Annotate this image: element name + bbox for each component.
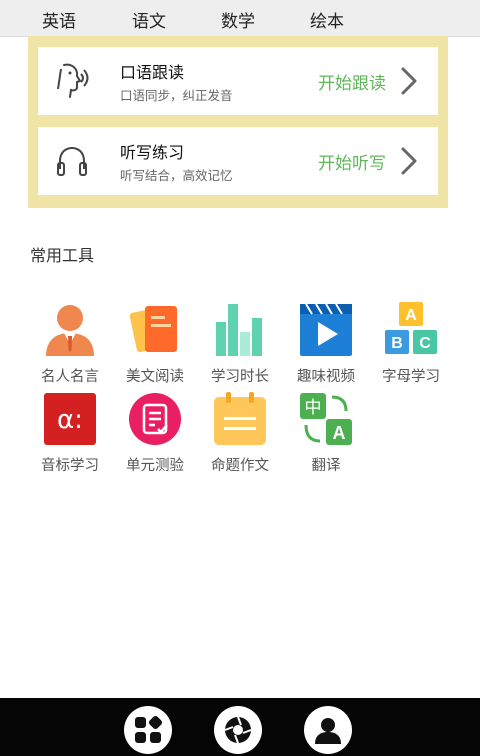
svg-text:C: C [419,335,431,352]
section-title: 常用工具 [30,246,95,265]
svg-text:中: 中 [305,398,322,418]
tab-chinese[interactable]: 语文 [132,7,166,32]
tool-label: 学习时长 [211,369,269,385]
top-tab-bar: 英语 语文 数学 绘本 [0,0,480,37]
translate-icon: 中 A [300,393,352,445]
card-title: 口语跟读 [120,63,185,82]
apps-icon [135,715,163,743]
tool-unit-quiz[interactable]: 单元测验 [113,391,197,481]
card-subtitle: 听写结合，高效记忆 [120,168,233,183]
card-subtitle: 口语同步，纠正发音 [120,88,233,103]
bottom-nav-bar [0,698,480,756]
tool-label: 美文阅读 [126,369,184,385]
headphones-icon [57,146,87,176]
video-icon [300,303,352,356]
tool-reading[interactable]: 美文阅读 [113,302,197,392]
svg-text:B: B [391,335,403,352]
tool-translate[interactable]: 中 A 翻译 [284,391,368,481]
person-icon [46,305,94,356]
chevron-right-icon [401,67,417,95]
phonetic-icon: α: [44,393,96,445]
card-dictation[interactable]: 听写练习 听写结合，高效记忆 开始听写 [38,127,438,195]
abc-blocks-icon: A B C [385,302,437,354]
svg-text:α:: α: [57,405,83,435]
tool-label: 音标学习 [41,458,99,474]
nav-profile-button[interactable] [304,706,352,754]
tool-study-time[interactable]: 学习时长 [198,302,282,392]
tool-label: 命题作文 [211,458,269,474]
nav-apps-button[interactable] [124,706,172,754]
profile-icon [315,718,341,744]
tool-videos[interactable]: 趣味视频 [284,302,368,392]
quiz-icon [129,393,181,445]
practice-panel: 口语跟读 口语同步，纠正发音 开始跟读 听写练习 听写结合，高效记忆 开始听写 [28,36,448,208]
card-speaking[interactable]: 口语跟读 口语同步，纠正发音 开始跟读 [38,47,438,115]
start-dictation-button[interactable]: 开始听写 [318,149,386,174]
tab-math[interactable]: 数学 [221,7,255,32]
tool-label: 单元测验 [126,458,184,474]
tool-quotes[interactable]: 名人名言 [28,302,112,392]
tool-label: 翻译 [311,458,341,474]
tool-alphabet[interactable]: A B C 字母学习 [369,302,453,392]
nav-explore-button[interactable] [214,706,262,754]
svg-text:A: A [405,307,417,324]
start-reading-button[interactable]: 开始跟读 [318,69,386,94]
svg-text:A: A [333,423,346,443]
explore-icon [224,716,252,744]
speaking-head-icon [57,63,89,98]
tool-phonetics[interactable]: α: 音标学习 [28,391,112,481]
bar-chart-icon [216,304,262,356]
tool-label: 名人名言 [41,369,99,385]
article-icon [129,306,177,353]
chevron-right-icon [401,147,417,175]
tool-label: 趣味视频 [297,369,355,385]
tool-label: 字母学习 [382,369,440,385]
calendar-note-icon [214,392,266,445]
tab-picture-book[interactable]: 绘本 [310,7,344,32]
card-title: 听写练习 [120,143,185,162]
tab-english[interactable]: 英语 [42,7,76,32]
tool-composition[interactable]: 命题作文 [198,391,282,481]
